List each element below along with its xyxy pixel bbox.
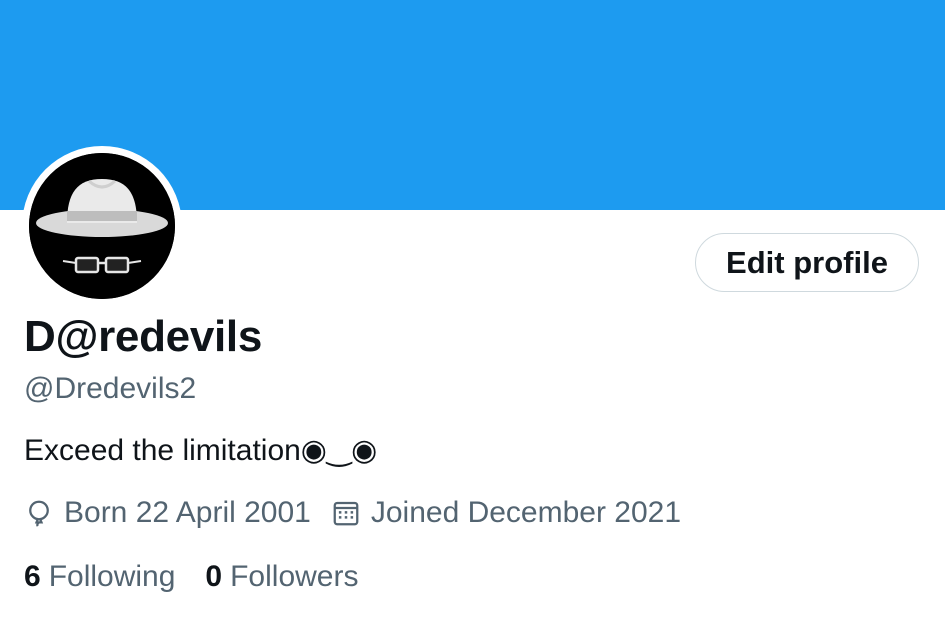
avatar-image xyxy=(29,153,175,299)
birthday-item: Born 22 April 2001 xyxy=(24,496,311,530)
display-name: D@redevils xyxy=(24,312,263,361)
followers-label: Followers xyxy=(230,560,359,593)
bio: Exceed the limitation◉‿◉ xyxy=(24,434,378,467)
user-handle: @Dredevils2 xyxy=(24,372,197,405)
profile-meta: Born 22 April 2001 Joined December 2021 xyxy=(24,494,701,532)
calendar-icon xyxy=(333,501,359,526)
following-count: 6 xyxy=(24,560,41,593)
balloon-icon xyxy=(29,500,49,527)
profile-stats: 6 Following 0 Followers xyxy=(24,558,388,596)
following-label: Following xyxy=(48,560,176,593)
joined-item: Joined December 2021 xyxy=(331,496,681,530)
followers-link[interactable]: 0 Followers xyxy=(205,560,358,594)
joined-text: Joined December 2021 xyxy=(370,496,682,529)
edit-profile-button[interactable]: Edit profile xyxy=(695,233,919,292)
avatar[interactable] xyxy=(22,146,182,306)
birthday-text: Born 22 April 2001 xyxy=(64,496,311,529)
followers-count: 0 xyxy=(205,560,223,593)
following-link[interactable]: 6 Following xyxy=(24,560,175,594)
